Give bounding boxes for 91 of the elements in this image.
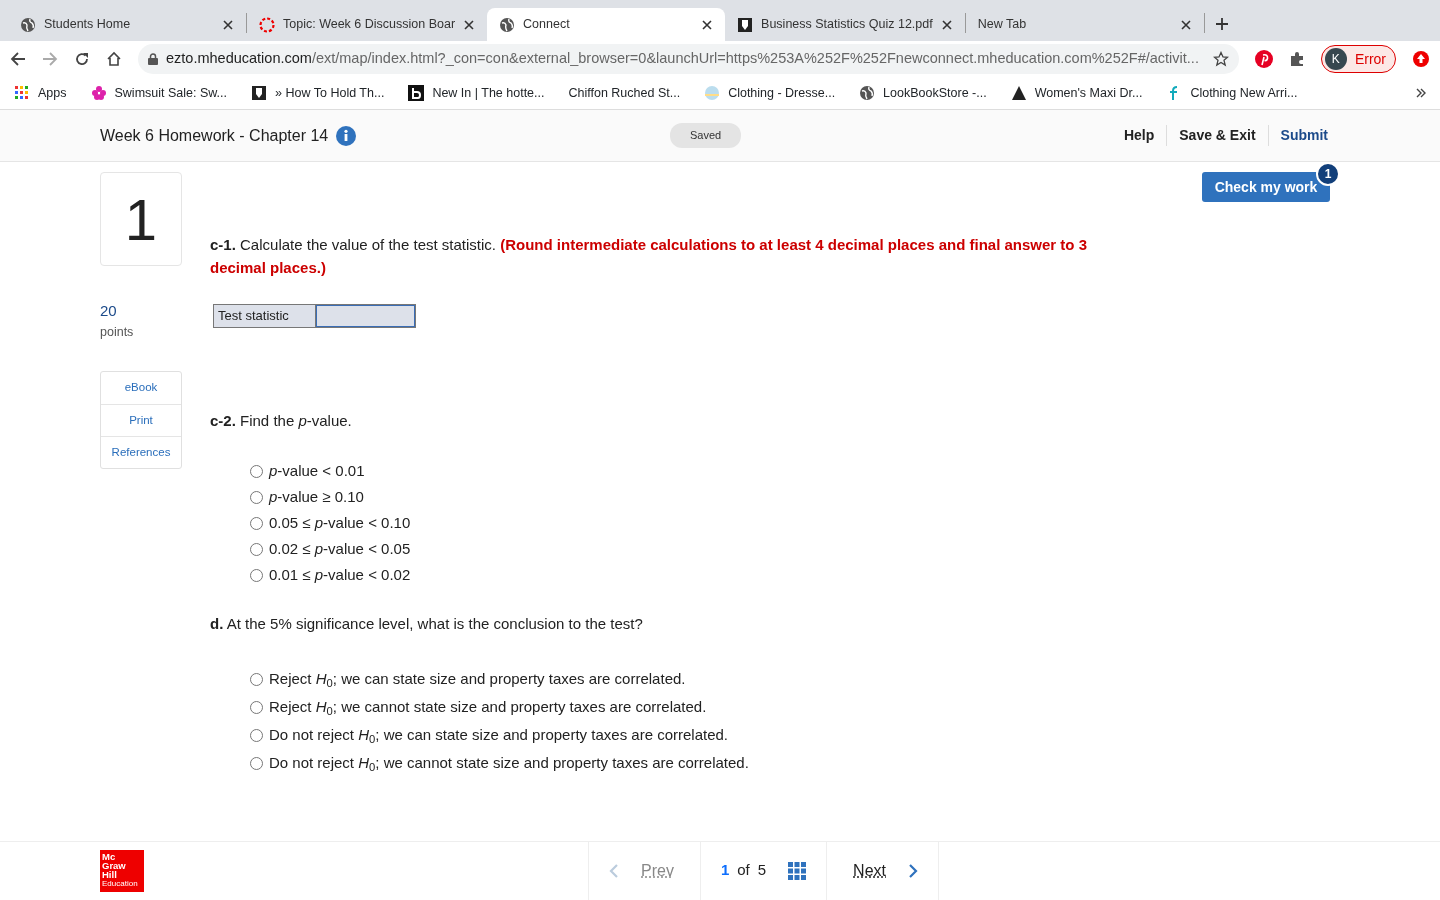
radio-button[interactable] [250,517,263,530]
radio-button[interactable] [250,543,263,556]
radio-button[interactable] [250,672,263,686]
globe-icon [20,16,36,33]
browser-tab[interactable]: Business Statistics Quiz 12.pdf [725,8,965,41]
page-of: of [737,860,750,881]
star-icon[interactable] [1212,51,1229,67]
bookmark[interactable]: Clothing New Arri... [1166,83,1298,103]
triangle-icon [1010,85,1027,101]
browser-tab[interactable]: Topic: Week 6 Discussion Boar [247,8,488,41]
option-text: Reject H$_{0}$; we can state size and property taxes are correlated. [269,668,686,691]
close-icon[interactable] [463,18,476,31]
option-text: 0.01 ≤ p-value < 0.02 [269,565,411,586]
browser-tab[interactable]: New Tab [965,8,1204,41]
update-icon[interactable] [1412,50,1430,68]
shield-icon [737,16,754,33]
field-label: Test statistic [214,305,316,327]
lock-icon [148,53,158,65]
bookmark[interactable]: Clothing - Dresse... [704,83,836,103]
option-text: p-value ≥ 0.10 [269,487,364,508]
radio-button[interactable] [250,569,263,582]
page-number: 1 [720,860,730,881]
shield-icon [251,85,268,101]
header-link[interactable]: Submit [1268,125,1340,146]
reload-icon[interactable] [74,51,90,67]
radio-button[interactable] [250,728,263,742]
globe-icon [859,85,876,101]
question-text: d. At the 5% significance level, what is the conclusion to the test? [210,613,644,634]
radio-button[interactable] [250,700,263,714]
radio-button[interactable] [250,756,263,770]
resource-link[interactable]: eBook [101,372,181,405]
back-icon[interactable] [10,51,26,67]
square-logo-icon [408,85,425,101]
globe-icon [499,16,516,33]
apps-grid-icon [14,85,30,101]
question-number: 1 [100,172,182,266]
radio-button[interactable] [250,491,263,504]
resource-link[interactable]: References [101,436,181,468]
points-label: points [100,323,135,341]
close-icon[interactable] [222,18,234,31]
points-value: 20 [100,301,118,321]
tab-title: Students Home [44,16,132,34]
url-text: ezto.mheducation.com/ext/map/index.html?_con=con&external_browser=0&launchUrl=https%253A%252F%252Fnewconnect.mheducation.com%252F#/activit... [166,49,1199,69]
bookmark[interactable]: Swimsuit Sale: Sw... [90,83,228,103]
bookmark[interactable]: Chiffon Ruched St... [568,83,681,103]
address-bar[interactable]: ezto.mheducation.com/ext/map/index.html?_con=con&external_browser=0&launchUrl=https%253A%252F%252Fnewconnect.mheducation.com%252F#/activit... [138,44,1239,74]
chevrons-icon[interactable] [1416,88,1426,98]
option-text: 0.02 ≤ p-value < 0.05 [269,539,411,560]
radio-button[interactable] [250,465,263,478]
browser-tab[interactable]: Connect [487,8,726,41]
bookmark[interactable]: » How To Hold Th... [251,83,385,103]
page-total: 5 [757,860,767,881]
option-text: p-value < 0.01 [269,461,365,482]
close-icon[interactable] [1179,18,1192,31]
tab-title: Business Statistics Quiz 12.pdf [761,16,933,34]
option-text: 0.05 ≤ p-value < 0.10 [269,513,411,534]
tab-title: Topic: Week 6 Discussion Boar [283,16,456,34]
close-icon[interactable] [940,18,953,31]
header-link[interactable]: Help [1111,125,1168,146]
option-text: Reject H$_{0}$; we cannot state size and property taxes are correlated. [269,696,707,719]
close-icon[interactable] [701,18,714,31]
publisher-logo: Mc Graw Hill Education [100,849,144,892]
bookmark[interactable]: Apps [14,83,67,103]
option-text: Do not reject H$_{0}$; we cannot state size and property taxes are correlated. [269,752,749,775]
profile-button[interactable]: K Error [1320,45,1396,73]
browser-tab[interactable]: Students Home [8,8,246,41]
resource-link[interactable]: Print [101,404,181,437]
flower-icon [90,85,107,101]
home-icon[interactable] [106,51,122,67]
new-tab-icon[interactable] [1214,17,1229,31]
header-link[interactable]: Save & Exit [1167,125,1269,146]
assignment-title: Week 6 Homework - Chapter 14 [100,125,329,146]
pinterest-icon[interactable] [1254,50,1273,68]
grid-icon[interactable] [788,861,807,880]
bookmark[interactable]: LookBookStore -... [859,83,987,103]
info-icon[interactable] [336,125,357,146]
question-text: c-1. Calculate the value of the test statistic. (Round intermediate calculations to at least 4 decimal places and final answer to 3 decimal places.) [210,235,1088,278]
ring-icon [259,16,275,33]
beach-icon [704,85,721,101]
option-text: Do not reject H$_{0}$; we can state size and property taxes are correlated. [269,724,728,747]
tab-title: Connect [523,16,571,34]
question-text: c-2. Find the p-value. [210,411,353,431]
next-button[interactable]: Next [847,857,892,884]
count-badge: 1 [1316,162,1340,186]
bookmark[interactable]: Women's Maxi Dr... [1010,83,1143,103]
answer-field[interactable] [316,305,415,327]
tab-title: New Tab [977,16,1028,34]
saved-status: Saved [670,123,742,148]
chevron-right-icon[interactable] [908,862,918,879]
bookmark[interactable]: New In | The hotte... [408,83,545,103]
puzzle-icon[interactable] [1288,51,1305,67]
